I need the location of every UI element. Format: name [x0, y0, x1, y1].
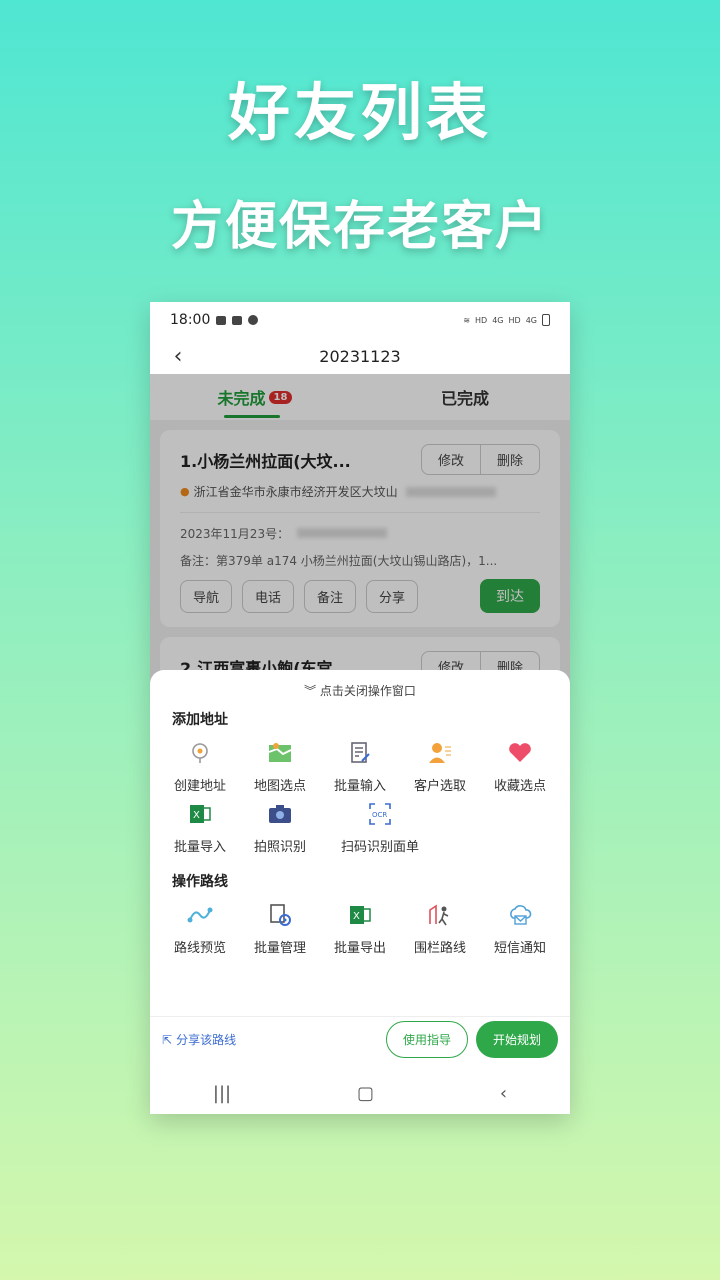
message-icon	[232, 315, 243, 325]
scan-waybill-button[interactable]: OCR 扫码识别面单	[320, 800, 440, 855]
start-plan-button[interactable]: 开始规划	[475, 1021, 558, 1058]
heart-icon	[506, 739, 534, 767]
nav-bar: ‹ 20231123	[150, 338, 570, 374]
status-time: 18:00	[170, 312, 211, 328]
photo-recognize-button[interactable]: 拍照识别	[240, 800, 320, 855]
double-chevron-down-icon: ︾	[304, 684, 317, 698]
favorite-pick-button[interactable]: 收藏选点	[480, 739, 560, 794]
recent-apps-icon[interactable]: |||	[213, 1083, 231, 1104]
share-route-link[interactable]: ⇱ 分享该路线	[162, 1031, 236, 1048]
network-hd-2: HD	[508, 315, 521, 325]
network-hd-1: HD	[475, 315, 488, 325]
close-sheet-button[interactable]: ︾ 点击关闭操作窗口	[150, 670, 570, 699]
page-title: 20231123	[319, 346, 401, 366]
system-nav-bar: ||| ▢ ‹	[150, 1072, 570, 1114]
grid-label: 批量导出	[333, 941, 386, 956]
headline-title: 好友列表	[227, 76, 492, 149]
batch-manage-icon	[266, 901, 294, 929]
network-4g-2: 4G	[525, 315, 537, 325]
location-pin-icon	[186, 739, 214, 767]
network-4g-1: 4G	[492, 315, 504, 325]
batch-import-button[interactable]: X 批量导入	[160, 800, 240, 855]
add-address-grid: 创建地址 地图选点 批量输入 客户选取 收藏选点 X 批量导入 拍照识别 OCR…	[150, 739, 570, 861]
grid-label: 地图选点	[253, 779, 306, 794]
svg-text:X: X	[353, 911, 360, 922]
camera-icon	[266, 800, 294, 828]
batch-manage-button[interactable]: 批量管理	[240, 901, 320, 956]
account-icon	[248, 315, 259, 325]
back-icon[interactable]: ‹	[164, 342, 192, 370]
close-sheet-label: 点击关闭操作窗口	[319, 684, 416, 698]
batch-export-button[interactable]: X 批量导出	[320, 901, 400, 956]
grid-label: 客户选取	[413, 779, 466, 794]
grid-label: 收藏选点	[493, 779, 546, 794]
action-sheet: ︾ 点击关闭操作窗口 添加地址 创建地址 地图选点 批量输入 客户选取 收藏选点…	[150, 670, 570, 1114]
share-route-label: 分享该路线	[176, 1033, 237, 1047]
sms-notify-button[interactable]: 短信通知	[480, 901, 560, 956]
ocr-icon: OCR	[366, 800, 394, 828]
back-nav-icon[interactable]: ‹	[500, 1083, 507, 1104]
home-icon[interactable]: ▢	[357, 1083, 374, 1104]
grid-label: 拍照识别	[253, 840, 306, 855]
phone-screen: 18:00 ≋ HD 4G HD 4G ‹ 20231123 未完成 18 已完…	[150, 302, 570, 1114]
excel-export-icon: X	[346, 901, 374, 929]
excel-import-icon: X	[186, 800, 214, 828]
grid-label: 围栏路线	[413, 941, 466, 956]
wifi-icon: ≋	[463, 315, 471, 325]
map-pick-button[interactable]: 地图选点	[240, 739, 320, 794]
section-title-add-address: 添加地址	[172, 712, 228, 728]
route-preview-button[interactable]: 路线预览	[160, 901, 240, 956]
grid-label: 批量管理	[253, 941, 306, 956]
share-icon: ⇱	[162, 1032, 173, 1047]
fence-route-icon	[426, 901, 454, 929]
create-address-button[interactable]: 创建地址	[160, 739, 240, 794]
guide-button[interactable]: 使用指导	[385, 1021, 468, 1058]
edit-doc-icon	[346, 739, 374, 767]
section-title-route-ops: 操作路线	[172, 874, 228, 890]
grid-label: 短信通知	[493, 941, 546, 956]
svg-text:X: X	[193, 810, 200, 821]
route-preview-icon	[186, 901, 214, 929]
batch-input-button[interactable]: 批量输入	[320, 739, 400, 794]
map-icon	[266, 739, 294, 767]
customer-icon	[426, 739, 454, 767]
gallery-icon	[216, 315, 227, 325]
route-ops-grid: 路线预览 批量管理 X 批量导出 围栏路线 短信通知	[150, 901, 570, 962]
sms-cloud-icon	[506, 901, 534, 929]
grid-label: 批量导入	[173, 840, 226, 855]
svg-text:OCR: OCR	[372, 811, 387, 819]
status-bar: 18:00 ≋ HD 4G HD 4G	[150, 302, 570, 338]
grid-label: 批量输入	[333, 779, 386, 794]
grid-label: 扫码识别面单	[340, 840, 419, 855]
sheet-footer: ⇱ 分享该路线 使用指导 开始规划	[150, 1016, 570, 1062]
battery-icon	[542, 314, 550, 326]
fence-route-button[interactable]: 围栏路线	[400, 901, 480, 956]
grid-label: 路线预览	[173, 941, 226, 956]
headline-subtitle: 方便保存老客户	[170, 197, 549, 257]
grid-label: 创建地址	[173, 779, 226, 794]
customer-select-button[interactable]: 客户选取	[400, 739, 480, 794]
